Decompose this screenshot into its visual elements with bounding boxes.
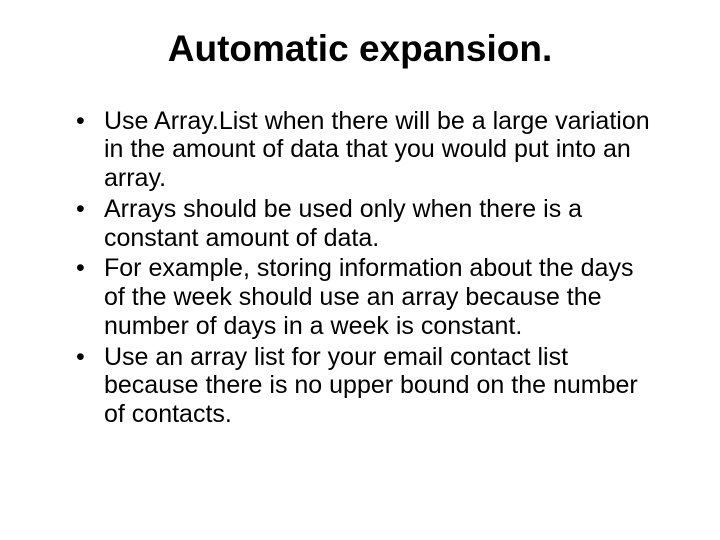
- list-item: Use Array.List when there will be a larg…: [76, 107, 660, 193]
- bullet-list: Use Array.List when there will be a larg…: [48, 107, 672, 429]
- slide: Automatic expansion. Use Array.List when…: [0, 0, 720, 540]
- list-item: Arrays should be used only when there is…: [76, 195, 660, 253]
- slide-title: Automatic expansion.: [48, 28, 672, 71]
- list-item: Use an array list for your email contact…: [76, 343, 660, 429]
- list-item: For example, storing information about t…: [76, 254, 660, 340]
